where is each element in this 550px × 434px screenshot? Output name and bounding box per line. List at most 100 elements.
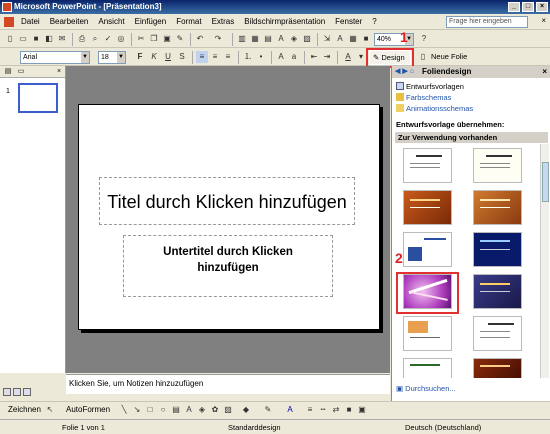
undo-icon[interactable]: ↶	[194, 33, 206, 45]
diagram-icon[interactable]: ◈	[196, 404, 208, 416]
grid-icon[interactable]: ▦	[347, 33, 359, 45]
oval-icon[interactable]: ○	[157, 404, 169, 416]
slide-thumbnail[interactable]	[18, 83, 58, 113]
menu-fenster[interactable]: Fenster	[330, 14, 367, 30]
template-thumbnail[interactable]	[473, 232, 522, 267]
save-icon[interactable]: ■	[30, 33, 42, 45]
select-objects-icon[interactable]: ↖	[44, 404, 56, 416]
numbering-icon[interactable]: ⒈	[242, 51, 254, 63]
menu-format[interactable]: Format	[171, 14, 206, 30]
paste-icon[interactable]: ▣	[161, 33, 173, 45]
template-thumbnail[interactable]	[403, 190, 452, 225]
slide-sorter-icon[interactable]	[13, 388, 21, 396]
italic-button[interactable]: K	[148, 51, 160, 63]
new-slide-button[interactable]: Neue Folie	[431, 52, 467, 61]
shrink-font-icon[interactable]: a	[288, 51, 300, 63]
menu-ansicht[interactable]: Ansicht	[93, 14, 129, 30]
draw-menu-button[interactable]: Zeichnen	[8, 405, 41, 414]
research-icon[interactable]: ◎	[115, 33, 127, 45]
shadow-style-icon[interactable]: ■	[343, 404, 355, 416]
template-thumbnail[interactable]	[403, 358, 452, 378]
help-search-input[interactable]: Frage hier eingeben	[446, 16, 528, 28]
align-left-icon[interactable]: ≡	[196, 51, 208, 63]
copy-icon[interactable]: ❐	[148, 33, 160, 45]
line-icon[interactable]: ╲	[118, 404, 130, 416]
redo-icon[interactable]: ↷	[212, 33, 224, 45]
link-entwurfsvorlagen[interactable]: Entwurfsvorlagen	[396, 82, 464, 91]
close-icon[interactable]: ×	[542, 66, 547, 78]
document-close-icon[interactable]: ×	[541, 16, 546, 25]
template-thumbnail[interactable]	[403, 316, 452, 351]
clipart-icon[interactable]: ✿	[209, 404, 221, 416]
browse-link[interactable]: ▣ Durchsuchen...	[396, 384, 456, 393]
slideshow-icon[interactable]	[23, 388, 31, 396]
outline-tab-icon[interactable]: ▤	[3, 67, 13, 77]
decrease-indent-icon[interactable]: ⇤	[308, 51, 320, 63]
template-thumbnail[interactable]	[473, 274, 522, 309]
menu-bildschirmpraesentation[interactable]: Bildschirmpräsentation	[239, 14, 330, 30]
align-center-icon[interactable]: ≡	[209, 51, 221, 63]
color-grayscale-icon[interactable]: ■	[360, 33, 372, 45]
bold-button[interactable]: F	[134, 51, 146, 63]
font-color-icon[interactable]: A	[284, 404, 296, 416]
menu-einfuegen[interactable]: Einfügen	[130, 14, 172, 30]
align-right-icon[interactable]: ≡	[222, 51, 234, 63]
line-color-icon[interactable]: ✎	[262, 404, 274, 416]
chevron-down-icon[interactable]: ▼	[117, 52, 125, 63]
format-painter-icon[interactable]: ✎	[174, 33, 186, 45]
cut-icon[interactable]: ✂	[135, 33, 147, 45]
new-slide-icon[interactable]: ▯	[417, 51, 429, 63]
print-icon[interactable]: ⎙	[76, 33, 88, 45]
insert-wordart-icon[interactable]: A	[275, 33, 287, 45]
shadow-button[interactable]: S	[176, 51, 188, 63]
tables-borders-icon[interactable]: ▤	[262, 33, 274, 45]
document-icon[interactable]	[4, 16, 14, 27]
font-color-icon[interactable]: A	[342, 51, 354, 63]
powerpoint-app-icon[interactable]	[2, 2, 12, 12]
slides-tab-icon[interactable]: ▭	[16, 67, 26, 77]
3d-style-icon[interactable]: ▣	[356, 404, 368, 416]
spelling-icon[interactable]: ✓	[102, 33, 114, 45]
bullets-icon[interactable]: •	[255, 51, 267, 63]
menu-extras[interactable]: Extras	[207, 14, 240, 30]
template-thumbnail[interactable]	[403, 148, 452, 183]
help-icon[interactable]: ?	[418, 33, 430, 45]
normal-view-icon[interactable]	[3, 388, 11, 396]
chevron-down-icon[interactable]: ▼	[81, 52, 89, 63]
back-forward-icon[interactable]: ◀ ▶ ⌂	[395, 66, 414, 78]
scrollbar-thumb[interactable]	[542, 162, 549, 202]
subtitle-placeholder[interactable]: Untertitel durch Klicken hinzufügen	[123, 235, 333, 297]
open-icon[interactable]: ▭	[17, 33, 29, 45]
template-thumbnail[interactable]	[473, 358, 522, 378]
insert-diagram-icon[interactable]: ◈	[288, 33, 300, 45]
maximize-icon[interactable]: □	[522, 2, 534, 12]
insert-chart-icon[interactable]: ▥	[236, 33, 248, 45]
autoshapes-button[interactable]: AutoFormen	[66, 405, 110, 414]
arrow-style-icon[interactable]: ⇄	[330, 404, 342, 416]
menu-datei[interactable]: Datei	[16, 14, 45, 30]
template-thumbnail[interactable]	[403, 232, 452, 267]
wordart-icon[interactable]: A	[183, 404, 195, 416]
template-thumbnail[interactable]	[473, 316, 522, 351]
line-style-icon[interactable]: ≡	[304, 404, 316, 416]
print-preview-icon[interactable]: ⌕	[89, 33, 101, 45]
slide-canvas[interactable]: Titel durch Klicken hinzufügen Untertite…	[78, 104, 380, 330]
expand-icon[interactable]: ⇲	[321, 33, 333, 45]
minimize-icon[interactable]: _	[508, 2, 520, 12]
template-scrollbar[interactable]	[540, 144, 549, 378]
insert-table-icon[interactable]: ▦	[249, 33, 261, 45]
template-thumbnail[interactable]	[473, 190, 522, 225]
textbox-icon[interactable]: ▤	[170, 404, 182, 416]
title-placeholder[interactable]: Titel durch Klicken hinzufügen	[99, 177, 355, 225]
arrow-icon[interactable]: ↘	[131, 404, 143, 416]
fill-color-icon[interactable]: ◆	[240, 404, 252, 416]
show-formatting-icon[interactable]: A	[334, 33, 346, 45]
rectangle-icon[interactable]: □	[144, 404, 156, 416]
font-size-select[interactable]: 18 ▼	[98, 51, 126, 64]
email-icon[interactable]: ✉	[56, 33, 68, 45]
grow-font-icon[interactable]: A	[275, 51, 287, 63]
insert-picture-icon[interactable]: ▨	[301, 33, 313, 45]
new-icon[interactable]: ▯	[4, 33, 16, 45]
zoom-select[interactable]: 40% ▼	[374, 33, 414, 46]
dash-style-icon[interactable]: ┅	[317, 404, 329, 416]
